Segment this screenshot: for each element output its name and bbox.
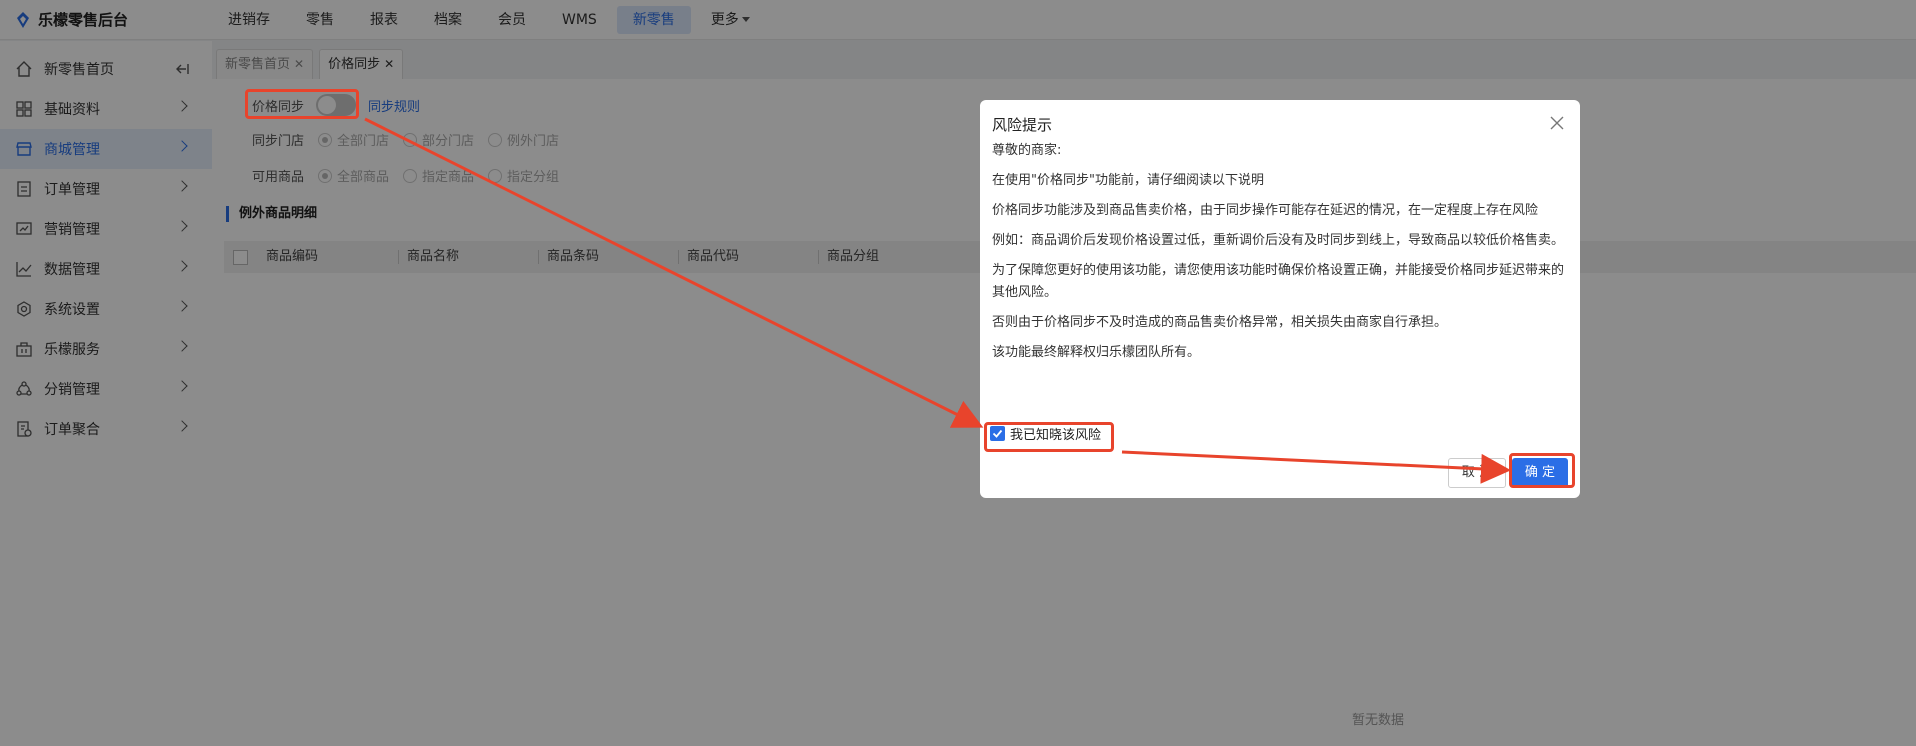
highlight-box-checkbox xyxy=(984,422,1114,452)
modal-title: 风险提示 xyxy=(992,116,1053,134)
modal-paragraph: 价格同步功能涉及到商品售卖价格，由于同步操作可能存在延迟的情况，在一定程度上存在… xyxy=(992,203,1539,218)
modal-body: 尊敬的商家: 在使用"价格同步"功能前，请仔细阅读以下说明 价格同步功能涉及到商… xyxy=(992,140,1568,364)
modal-paragraph: 在使用"价格同步"功能前，请仔细阅读以下说明 xyxy=(992,173,1264,188)
cancel-button[interactable]: 取 消 xyxy=(1448,458,1506,488)
modal-paragraph: 该功能最终解释权归乐檬团队所有。 xyxy=(992,345,1201,360)
modal-paragraph: 否则由于价格同步不及时造成的商品售卖价格异常，相关损失由商家自行承担。 xyxy=(992,315,1448,330)
modal-paragraph: 例如：商品调价后发现价格设置过低，重新调价后没有及时同步到线上，导致商品以较低价… xyxy=(992,233,1565,248)
highlight-box-price-sync xyxy=(245,89,359,119)
close-icon[interactable] xyxy=(1550,116,1564,130)
modal-paragraph: 尊敬的商家: xyxy=(992,143,1062,158)
modal-paragraph: 为了保障您更好的使用该功能，请您使用该功能时确保价格设置正确，并能接受价格同步延… xyxy=(992,263,1565,300)
highlight-box-confirm xyxy=(1509,453,1575,488)
